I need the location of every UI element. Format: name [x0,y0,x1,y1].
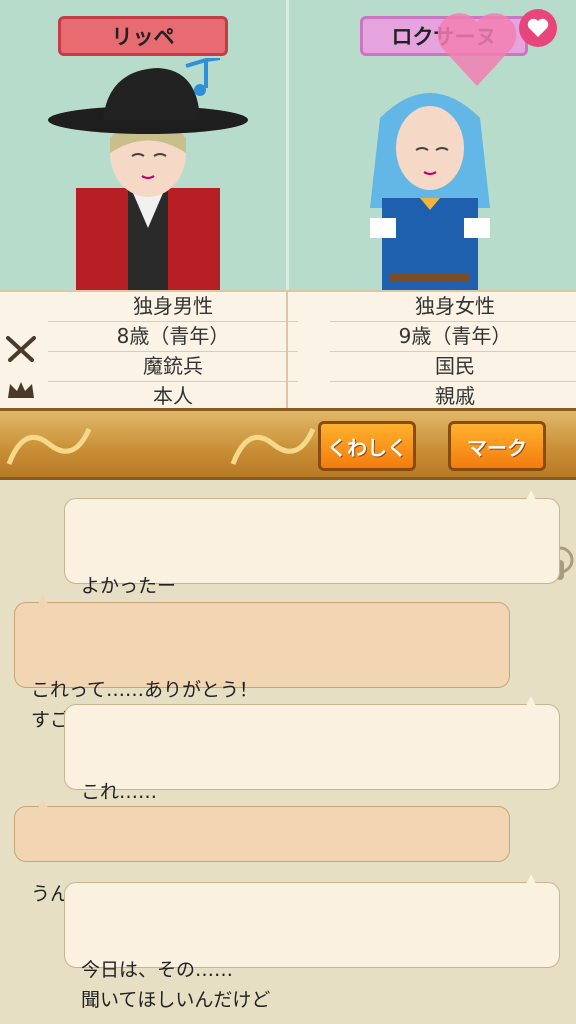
left-age: 8歳（青年） [48,322,298,352]
chat-log[interactable]: よかったー 二人で幸せになろうね♪ これって……ありがとう！ すごくうれしいよ！… [0,480,576,1024]
left-relation: 本人 [153,384,193,408]
left-occupation: 魔銃兵 [48,352,298,382]
crossed-weapons-icon [6,336,36,362]
profile-info-panel: 独身男性 8歳（青年） 魔銃兵 本人 独身女性 9歳（青年） 国民 親戚 [0,290,576,410]
chat-bubble-3: これ…… わたくしと結婚してください！ [64,696,560,833]
bubble-tail-icon [37,798,49,810]
chat-bubble-5: 今日は、その…… 聞いてほしいんだけど [64,874,560,1011]
bubble-tail-icon [525,874,537,886]
left-name: リッペ [111,25,175,49]
heart-icon[interactable] [518,8,558,48]
chat-bubble-4: うん…… [14,798,510,905]
left-name-tag: リッペ [58,16,228,56]
chat-text-5: 今日は、その…… 聞いてほしいんだけど [81,959,271,1011]
left-info-column: 独身男性 8歳（青年） 魔銃兵 本人 [48,292,298,411]
mark-button-label: マーク [467,435,527,460]
mark-button[interactable]: マーク [448,421,546,471]
details-button[interactable]: くわしく [318,421,416,471]
right-relation: 親戚 [435,384,475,408]
details-button-label: くわしく [327,435,407,460]
chat-bubble-2: これって……ありがとう！ すごくうれしいよ！ [14,594,510,731]
portrait-divider [286,0,289,290]
right-info-column: 独身女性 9歳（青年） 国民 親戚 [330,292,576,411]
right-occupation: 国民 [330,352,576,382]
action-bar: くわしく マーク [0,408,576,480]
ornament-left-icon [6,427,92,465]
crown-icon [8,382,34,398]
portrait-panel: リッペ ロクサーヌ [0,0,576,290]
info-divider [286,292,288,410]
bubble-tail-icon [525,696,537,708]
bubble-tail-icon [37,594,49,606]
right-character-portrait [370,93,490,290]
left-marital-status: 独身男性 [48,292,298,322]
right-marital-status: 独身女性 [330,292,576,322]
ornament-middle-icon [230,427,316,465]
left-character-portrait [48,58,248,290]
bubble-tail-icon [525,490,537,502]
right-age: 9歳（青年） [330,322,576,352]
chat-bubble-1: よかったー 二人で幸せになろうね♪ [64,490,560,627]
